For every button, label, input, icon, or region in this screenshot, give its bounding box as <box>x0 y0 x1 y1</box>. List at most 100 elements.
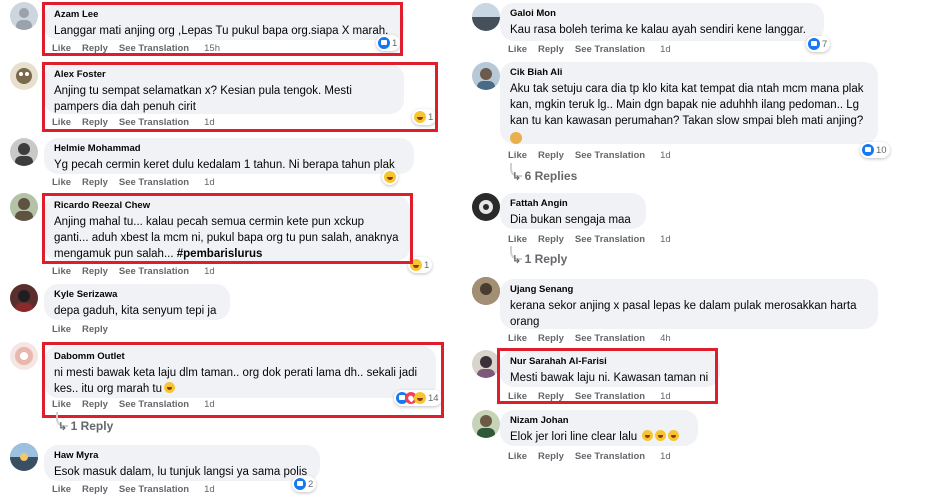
comment-time[interactable]: 1d <box>660 234 671 245</box>
like-reaction-icon <box>294 478 306 490</box>
avatar[interactable] <box>10 138 38 166</box>
highlight-box <box>42 193 413 264</box>
view-replies-link[interactable]: ↳ 6 Replies <box>512 169 577 183</box>
comment-bubble: Fattah Angin Dia bukan sengaja maa <box>500 193 646 229</box>
highlight-box <box>42 62 438 132</box>
comment-author[interactable]: Helmie Mohammad <box>54 143 404 155</box>
like-button[interactable]: Like <box>52 324 71 335</box>
comment-time[interactable]: 1d <box>204 484 215 495</box>
highlight-box <box>42 342 444 418</box>
comment-text: Kau rasa boleh terima ke kalau ayah send… <box>510 24 806 36</box>
person-emoji-icon <box>510 132 522 144</box>
reply-button[interactable]: Reply <box>82 484 108 495</box>
reply-button[interactable]: Reply <box>538 451 564 462</box>
comment-time[interactable]: 1d <box>660 44 671 55</box>
laughing-emoji-icon <box>642 430 654 441</box>
like-button[interactable]: Like <box>508 150 527 161</box>
avatar[interactable] <box>10 193 38 221</box>
like-button[interactable]: Like <box>52 266 71 277</box>
comment-actions: Like Reply See Translation 1d <box>508 451 682 462</box>
reply-button[interactable]: Reply <box>538 234 564 245</box>
comment-text: Aku tak setuju cara dia tp klo kita kat … <box>510 83 864 127</box>
see-translation-link[interactable]: See Translation <box>119 484 189 495</box>
view-replies-label: 1 Reply <box>524 252 568 266</box>
like-button[interactable]: Like <box>508 234 527 245</box>
laughing-emoji-icon <box>668 430 680 441</box>
comment-actions: Like Reply See Translation 4h <box>508 333 682 344</box>
avatar[interactable] <box>472 3 500 31</box>
like-button[interactable]: Like <box>508 44 527 55</box>
reaction-count: 7 <box>822 38 828 50</box>
reply-button[interactable]: Reply <box>82 324 108 335</box>
laughing-emoji-icon <box>655 430 667 441</box>
reaction-badge[interactable]: 10 <box>860 142 890 158</box>
comment-author[interactable]: Galoi Mon <box>510 8 814 20</box>
comment-author[interactable]: Nizam Johan <box>510 415 688 427</box>
comment-bubble: Ujang Senang kerana sekor anjing x pasal… <box>500 279 878 329</box>
comment-actions: Like Reply See Translation 1d <box>508 150 682 161</box>
see-translation-link[interactable]: See Translation <box>575 150 645 161</box>
comment-time[interactable]: 4h <box>660 333 671 344</box>
comment-author[interactable]: Cik Biah Ali <box>510 67 868 79</box>
like-button[interactable]: Like <box>52 484 71 495</box>
reaction-count: 2 <box>308 478 314 490</box>
see-translation-link[interactable]: See Translation <box>119 177 189 188</box>
comment-text: Dia bukan sengaja maa <box>510 214 631 226</box>
avatar[interactable] <box>10 2 38 30</box>
comment-actions: Like Reply See Translation 1d <box>508 44 682 55</box>
reply-button[interactable]: Reply <box>538 333 564 344</box>
avatar[interactable] <box>10 342 38 370</box>
avatar[interactable] <box>10 62 38 90</box>
comment-time[interactable]: 1d <box>204 266 215 277</box>
comment-bubble: Haw Myra Esok masuk dalam, lu tunjuk lan… <box>44 445 320 481</box>
comment-text: Elok jer lori line clear lalu <box>510 429 688 445</box>
avatar[interactable] <box>472 410 500 438</box>
reply-button[interactable]: Reply <box>538 150 564 161</box>
view-replies-link[interactable]: ↳ 1 Reply <box>58 419 113 433</box>
comment-time[interactable]: 1d <box>660 150 671 161</box>
see-translation-link[interactable]: See Translation <box>575 44 645 55</box>
comment-bubble: Galoi Mon Kau rasa boleh terima ke kalau… <box>500 3 824 41</box>
like-button[interactable]: Like <box>508 451 527 462</box>
comment-actions: Like Reply <box>52 324 119 335</box>
comment-author[interactable]: Kyle Serizawa <box>54 289 220 301</box>
comment-time[interactable]: 1d <box>660 451 671 462</box>
comment-bubble: Kyle Serizawa depa gaduh, kita senyum te… <box>44 284 230 320</box>
like-button[interactable]: Like <box>52 177 71 188</box>
reply-arrow-icon: ↳ <box>512 254 522 266</box>
reaction-count: 10 <box>876 144 887 156</box>
like-button[interactable]: Like <box>508 333 527 344</box>
comment-author[interactable]: Fattah Angin <box>510 198 636 210</box>
reply-button[interactable]: Reply <box>82 177 108 188</box>
haha-reaction-icon <box>384 171 396 183</box>
reaction-count: 1 <box>424 259 430 271</box>
highlight-box <box>497 348 718 404</box>
see-translation-link[interactable]: See Translation <box>119 266 189 277</box>
comment-author[interactable]: Ujang Senang <box>510 284 868 296</box>
see-translation-link[interactable]: See Translation <box>575 333 645 344</box>
comment-author[interactable]: Haw Myra <box>54 450 310 462</box>
comment-actions: Like Reply See Translation 1d <box>508 234 682 245</box>
comment-actions: Like Reply See Translation 1d <box>52 177 226 188</box>
see-translation-link[interactable]: See Translation <box>575 451 645 462</box>
avatar[interactable] <box>472 193 500 221</box>
reaction-badge[interactable]: 2 <box>292 476 317 492</box>
comment-time[interactable]: 1d <box>204 177 215 188</box>
avatar[interactable] <box>472 277 500 305</box>
comment-text: kerana sekor anjing x pasal lepas ke dal… <box>510 300 857 328</box>
see-translation-link[interactable]: See Translation <box>575 234 645 245</box>
reply-arrow-icon: ↳ <box>512 171 522 183</box>
comment-bubble: Cik Biah Ali Aku tak setuju cara dia tp … <box>500 62 878 144</box>
reaction-badge[interactable] <box>382 169 398 185</box>
view-replies-label: 6 Replies <box>524 169 578 183</box>
reply-arrow-icon: ↳ <box>58 421 68 433</box>
avatar[interactable] <box>10 284 38 312</box>
view-replies-link[interactable]: ↳ 1 Reply <box>512 252 567 266</box>
reaction-badge[interactable]: 7 <box>806 36 831 52</box>
avatar[interactable] <box>472 350 500 378</box>
like-reaction-icon <box>862 144 874 156</box>
avatar[interactable] <box>10 443 38 471</box>
avatar[interactable] <box>472 62 500 90</box>
reply-button[interactable]: Reply <box>538 44 564 55</box>
reply-button[interactable]: Reply <box>82 266 108 277</box>
